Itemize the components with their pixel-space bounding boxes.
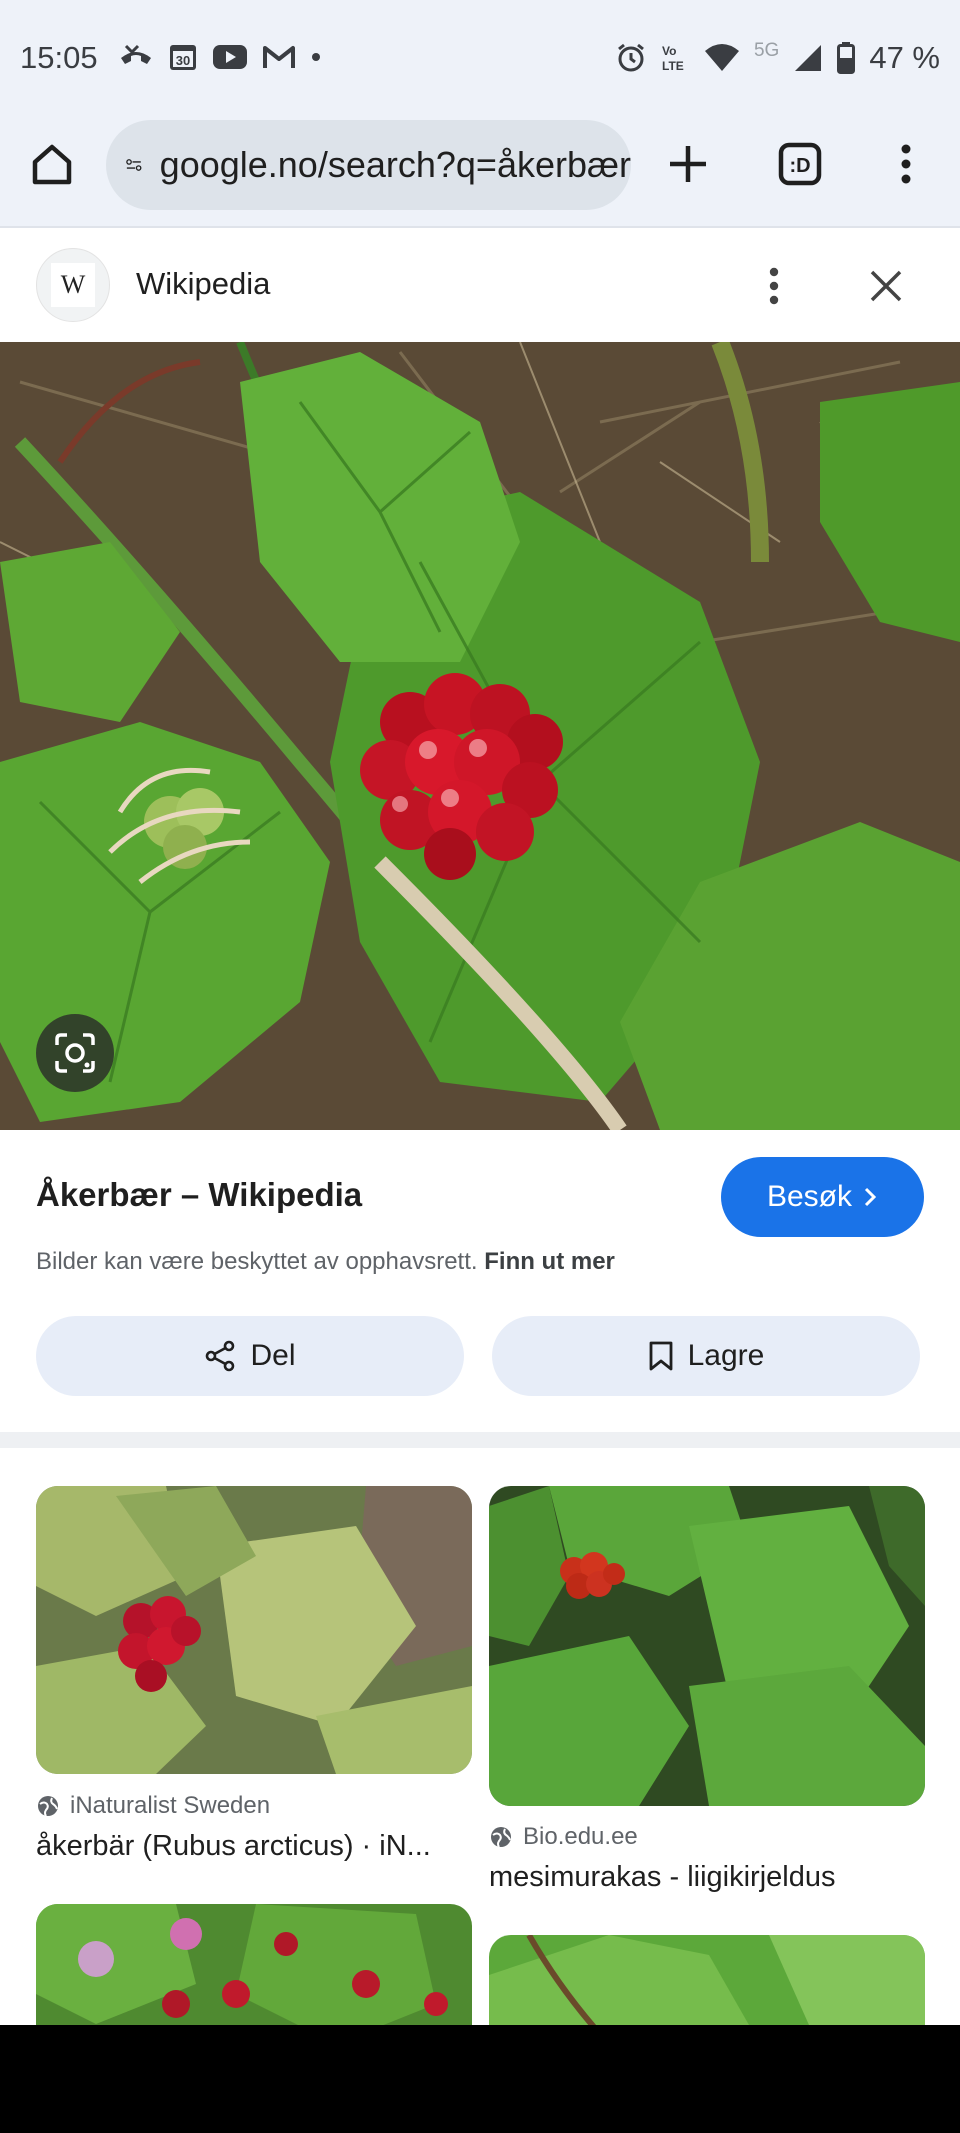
svg-text:30: 30 <box>176 53 190 68</box>
close-icon <box>870 270 902 302</box>
result-image <box>36 1486 472 1774</box>
share-button[interactable]: Del <box>36 1316 464 1396</box>
more-vert-icon <box>769 267 779 305</box>
browser-menu-button[interactable] <box>874 132 938 196</box>
section-divider <box>0 1432 960 1448</box>
result-thumbnail[interactable] <box>36 1486 472 1774</box>
youtube-icon <box>213 45 247 69</box>
tab-switcher-icon: :D <box>778 142 822 186</box>
notification-icons: 30 <box>118 42 322 72</box>
url-text: google.no/search?q=åkerbær <box>159 144 631 185</box>
home-icon <box>32 144 72 185</box>
result-title-link[interactable]: åkerbär (Rubus arcticus) · iN... <box>36 1830 472 1863</box>
cloudberry-photo <box>0 342 960 1130</box>
google-lens-button[interactable] <box>36 1014 114 1092</box>
new-tab-button[interactable] <box>656 132 720 196</box>
save-label: Lagre <box>687 1339 765 1372</box>
status-bar: 15:05 30 Vo LTE 5G 47 % <box>0 0 960 110</box>
signal-icon <box>795 45 822 71</box>
system-icons: Vo LTE 5G 47 % <box>616 40 940 76</box>
bookmark-icon <box>649 1341 673 1371</box>
result-image <box>489 1935 925 2025</box>
copyright-notice: Bilder kan være beskyttet av opphavsrett… <box>36 1248 615 1276</box>
copyright-text: Bilder kan være beskyttet av opphavsrett… <box>36 1248 478 1275</box>
panel-source-name[interactable]: Wikipedia <box>136 266 270 302</box>
visit-button[interactable]: Besøk <box>721 1157 924 1237</box>
dot-icon <box>312 53 320 61</box>
chevron-right-icon <box>864 1187 877 1207</box>
main-image[interactable] <box>0 342 960 1130</box>
address-bar[interactable]: google.no/search?q=åkerbær <box>106 120 631 210</box>
globe-icon <box>491 1827 511 1848</box>
save-button[interactable]: Lagre <box>492 1316 920 1396</box>
system-navigation-bar <box>0 2025 960 2133</box>
result-thumbnail[interactable] <box>489 1486 925 1806</box>
site-settings-icon <box>126 159 142 171</box>
network-type: 5G <box>753 40 780 61</box>
wikipedia-logo: W <box>36 248 110 322</box>
result-thumbnail[interactable] <box>489 1935 925 2025</box>
wikipedia-logo-letter: W <box>51 263 95 307</box>
result-image <box>36 1904 472 2025</box>
battery-icon <box>837 42 856 74</box>
svg-text::D: :D <box>789 155 810 177</box>
home-button[interactable] <box>20 132 84 196</box>
image-viewer-header: W Wikipedia <box>0 230 960 342</box>
lens-icon <box>55 1033 95 1073</box>
plus-icon <box>670 146 706 182</box>
learn-more-link[interactable]: Finn ut mer <box>484 1248 615 1275</box>
share-label: Del <box>250 1339 296 1372</box>
battery-level: 47 % <box>869 40 940 75</box>
close-panel-button[interactable] <box>854 254 918 318</box>
result-title-link[interactable]: mesimurakas - liigikirjeldus <box>489 1861 925 1894</box>
browser-toolbar: google.no/search?q=åkerbær :D <box>0 110 960 228</box>
gmail-icon <box>263 46 295 68</box>
svg-text:LTE: LTE <box>662 59 684 73</box>
globe-icon <box>38 1796 58 1817</box>
more-vert-icon <box>901 144 911 184</box>
missed-call-icon <box>121 44 151 64</box>
visit-label: Besøk <box>766 1180 853 1213</box>
alarm-icon <box>618 43 644 72</box>
result-source-name: iNaturalist Sweden <box>70 1792 271 1819</box>
result-thumbnail[interactable] <box>36 1904 472 2025</box>
panel-more-button[interactable] <box>750 254 798 318</box>
result-source: Bio.edu.ee <box>489 1823 638 1851</box>
volte-icon: VoLTE <box>662 44 684 73</box>
tab-switcher-button[interactable]: :D <box>768 132 832 196</box>
share-icon <box>206 1340 235 1372</box>
calendar-icon: 30 <box>170 45 196 70</box>
result-source: iNaturalist Sweden <box>36 1792 270 1820</box>
result-source-name: Bio.edu.ee <box>523 1823 638 1850</box>
result-image <box>489 1486 925 1806</box>
browser-screen: 15:05 30 Vo LTE 5G 47 % google.no/search?… <box>0 0 960 2025</box>
status-time: 15:05 <box>20 40 98 75</box>
result-title[interactable]: Åkerbær – Wikipedia <box>36 1176 362 1214</box>
wifi-icon <box>704 44 739 71</box>
svg-text:Vo: Vo <box>662 44 676 58</box>
